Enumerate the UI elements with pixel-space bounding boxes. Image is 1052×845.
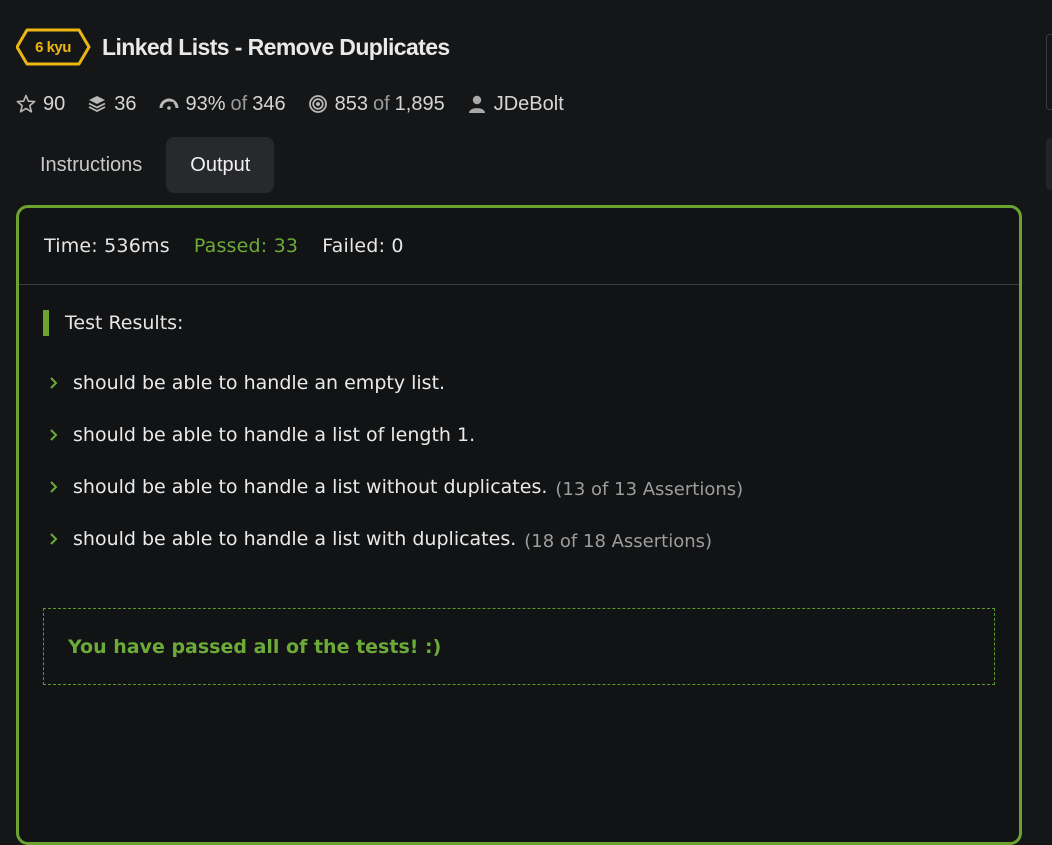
result-item[interactable]: should be able to handle a list without … xyxy=(49,472,743,502)
target-icon xyxy=(308,94,328,114)
results-heading-label: Test Results: xyxy=(65,312,184,334)
author-stat[interactable]: JDeBolt xyxy=(467,93,564,116)
votes-count: 346 xyxy=(252,92,286,115)
chevron-right-icon xyxy=(49,428,63,442)
tab-bar: Instructions Output xyxy=(22,137,275,193)
rank-badge: 6 kyu xyxy=(16,28,92,66)
right-edge-panel xyxy=(1046,34,1052,110)
kata-title: Linked Lists - Remove Duplicates xyxy=(102,33,450,60)
tab-instructions[interactable]: Instructions xyxy=(22,137,160,193)
chevron-right-icon xyxy=(49,376,63,390)
result-item[interactable]: should be able to handle a list with dup… xyxy=(49,524,712,554)
result-item[interactable]: should be able to handle a list of lengt… xyxy=(49,420,475,450)
assertion-count: (13 of 13 Assertions) xyxy=(555,478,744,500)
user-icon xyxy=(467,94,487,114)
result-label: should be able to handle an empty list. xyxy=(73,372,446,394)
passed-count: Passed: 33 xyxy=(193,235,299,257)
collections-stat[interactable]: 36 xyxy=(87,92,137,116)
kata-header: 6 kyu Linked Lists - Remove Duplicates xyxy=(16,27,450,67)
all-passed-message: You have passed all of the tests! :) xyxy=(43,608,995,685)
test-summary: Time: 536ms Passed: 33 Failed: 0 xyxy=(19,208,1019,285)
kata-stats: 90 36 93% of 346 853 of 1,895 JDeBolt xyxy=(16,90,586,118)
star-icon xyxy=(16,94,36,114)
gauge-icon xyxy=(159,94,179,114)
test-results-heading: Test Results: xyxy=(43,310,183,336)
heading-accent-bar xyxy=(43,310,49,336)
satisfaction-stat: 93% of 346 xyxy=(159,93,286,116)
result-label: should be able to handle a list of lengt… xyxy=(73,424,476,446)
collections-count: 36 xyxy=(114,92,137,115)
stars-count: 90 xyxy=(43,92,66,115)
right-edge-tab xyxy=(1046,138,1052,190)
result-item[interactable]: should be able to handle an empty list. xyxy=(49,368,445,398)
author-name[interactable]: JDeBolt xyxy=(494,93,564,116)
result-label: should be able to handle a list without … xyxy=(73,476,548,498)
total-count: 1,895 xyxy=(394,92,445,115)
completed-stat: 853 of 1,895 xyxy=(308,93,445,116)
stars-stat[interactable]: 90 xyxy=(16,93,65,116)
layers-icon xyxy=(87,94,107,114)
of-label-2: of xyxy=(372,92,390,115)
completed-count: 853 xyxy=(334,92,368,115)
satisfaction-percent: 93% xyxy=(185,92,226,115)
result-label: should be able to handle a list with dup… xyxy=(73,528,517,550)
assertion-count: (18 of 18 Assertions) xyxy=(524,530,713,552)
chevron-right-icon xyxy=(49,480,63,494)
chevron-right-icon xyxy=(49,532,63,546)
tab-output[interactable]: Output xyxy=(166,137,275,193)
failed-count: Failed: 0 xyxy=(322,235,404,257)
of-label: of xyxy=(230,92,248,115)
rank-label: 6 kyu xyxy=(35,38,71,56)
output-panel: Time: 536ms Passed: 33 Failed: 0 Test Re… xyxy=(16,205,1022,845)
time-label: Time: 536ms xyxy=(44,235,170,257)
